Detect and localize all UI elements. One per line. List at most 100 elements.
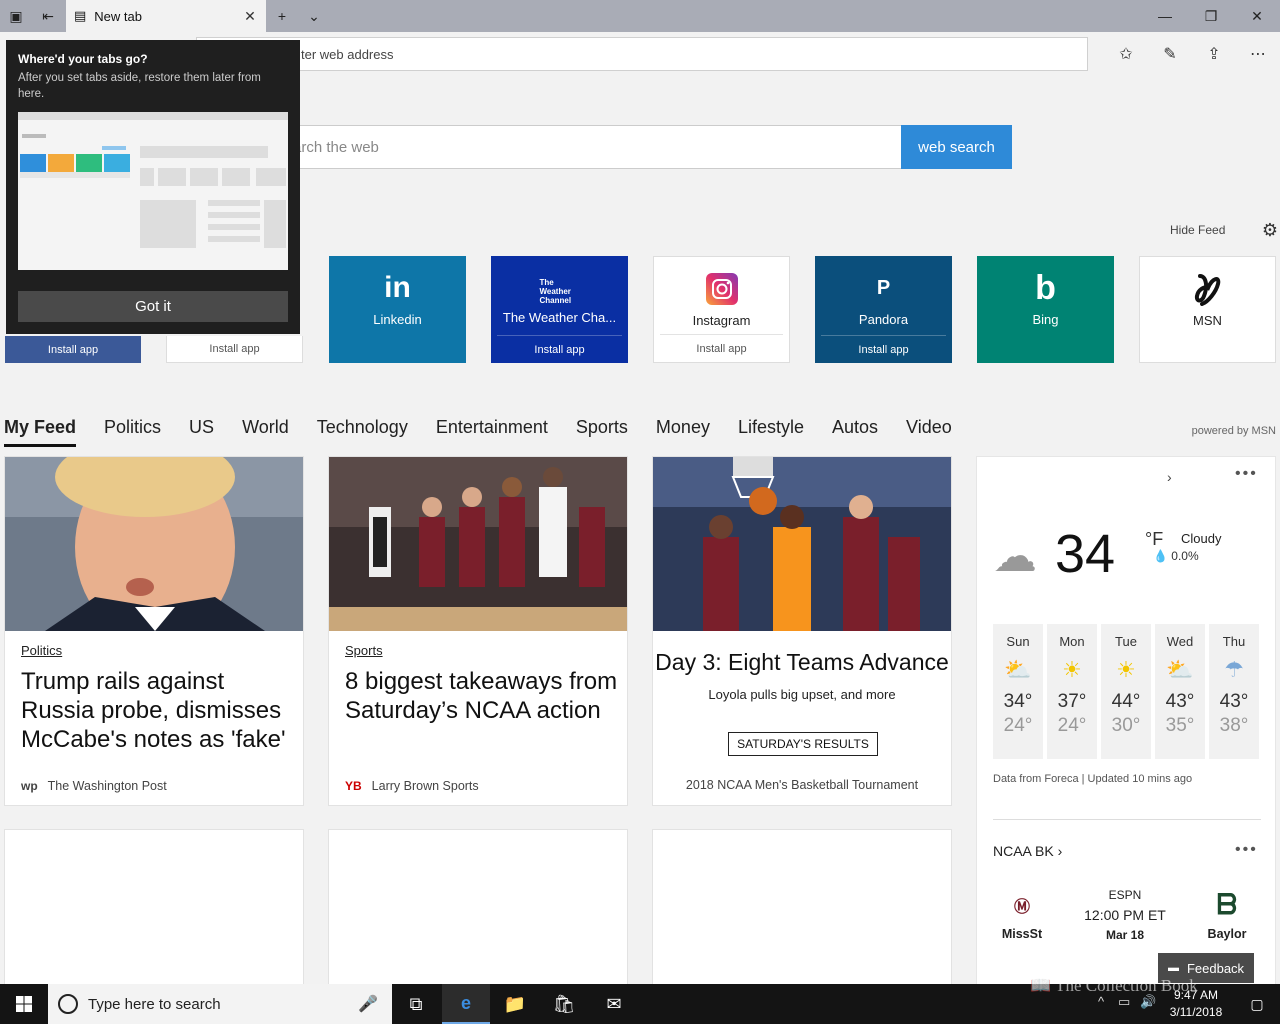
more-icon[interactable]: ⋯ — [1242, 38, 1274, 70]
new-tab-icon[interactable]: + — [266, 0, 298, 32]
tab-my-feed[interactable]: My Feed — [4, 417, 77, 447]
raindrop-icon: 💧 — [1153, 549, 1168, 563]
card-category[interactable]: Sports — [345, 643, 383, 658]
news-card[interactable]: Day 3: Eight Teams Advance Loyola pulls … — [652, 456, 952, 806]
tile-msn[interactable]: MSN — [1139, 256, 1276, 363]
tab-lifestyle[interactable]: Lifestyle — [738, 417, 804, 447]
share-icon[interactable]: ⇪ — [1198, 38, 1230, 70]
news-image — [5, 457, 303, 631]
source-name: Larry Brown Sports — [371, 779, 479, 793]
forecast-day[interactable]: Mon ☀ 37° 24° — [1047, 624, 1097, 759]
tile-name: Instagram — [692, 313, 751, 328]
tile-instagram[interactable]: Instagram Install app — [653, 256, 790, 363]
tab-us[interactable]: US — [189, 417, 214, 447]
weather-channel-icon: The Weather Channel — [539, 277, 572, 305]
cloud-icon: ☁ — [993, 532, 1037, 581]
forecast-day[interactable]: Wed ⛅ 43° 35° — [1155, 624, 1205, 759]
tile-name: Pandora — [858, 312, 909, 327]
news-image — [329, 457, 627, 631]
tab-video[interactable]: Video — [906, 417, 952, 447]
tile-name: Linkedin — [373, 312, 422, 327]
precipitation: 💧 0.0% — [1153, 549, 1199, 563]
address-bar[interactable]: ter web address — [196, 37, 1088, 71]
volume-icon[interactable]: 🔊 — [1140, 994, 1156, 1010]
tab-entertainment[interactable]: Entertainment — [436, 417, 548, 447]
team-home[interactable]: Ⓜ MissSt — [987, 883, 1057, 941]
task-view-icon[interactable]: ⧉ — [392, 984, 440, 1024]
store-icon[interactable]: 🛍 — [540, 984, 588, 1024]
tab-sports[interactable]: Sports — [576, 417, 628, 447]
tile-1-install[interactable]: Install app — [5, 336, 141, 363]
file-explorer-icon[interactable]: 📁 — [491, 984, 539, 1024]
ncaa-title[interactable]: NCAA BK › — [993, 843, 1062, 859]
close-tab-icon[interactable]: ✕ — [234, 8, 266, 25]
web-note-icon[interactable]: ✎ — [1154, 38, 1186, 70]
tab-politics[interactable]: Politics — [104, 417, 161, 447]
forecast-day[interactable]: Tue ☀ 44° 30° — [1101, 624, 1151, 759]
weather-condition: Cloudy — [1181, 531, 1222, 546]
action-center-icon[interactable]: ▢ — [1238, 984, 1276, 1024]
card-headline[interactable]: 8 biggest takeaways from Saturday’s NCAA… — [345, 667, 619, 725]
install-app-button[interactable]: Install app — [660, 334, 783, 362]
news-card[interactable]: Sports 8 biggest takeaways from Saturday… — [328, 456, 628, 806]
powered-by-msn: powered by MSN — [1191, 425, 1276, 437]
game-info[interactable]: ESPN 12:00 PM ET Mar 18 — [1073, 885, 1177, 945]
tile-bing[interactable]: b Bing — [977, 256, 1114, 363]
tile-name: Bing — [1032, 312, 1059, 327]
linkedin-icon: in — [384, 271, 411, 304]
install-app-label: Install app — [209, 343, 260, 355]
network-icon[interactable]: ▭ — [1118, 994, 1130, 1010]
tile-weather-channel[interactable]: The Weather Channel The Weather Cha... I… — [491, 256, 628, 363]
gear-icon[interactable]: ⚙ — [1262, 220, 1278, 241]
mail-icon[interactable]: ✉ — [590, 984, 638, 1024]
more-icon[interactable]: ••• — [1235, 841, 1258, 859]
search-placeholder: arch the web — [293, 138, 379, 156]
tab-technology[interactable]: Technology — [317, 417, 408, 447]
windows-start-icon[interactable] — [0, 984, 48, 1024]
weather-data-source[interactable]: Data from Foreca | Updated 10 mins ago — [993, 773, 1192, 785]
card-headline[interactable]: Trump rails against Russia probe, dismis… — [21, 667, 295, 754]
microphone-icon[interactable]: 🎤 — [358, 994, 378, 1014]
set-tabs-aside-icon[interactable]: ⇤ — [32, 0, 64, 32]
feedback-button[interactable]: ▬ Feedback — [1158, 953, 1254, 983]
tab-autos[interactable]: Autos — [832, 417, 878, 447]
tile-2-install[interactable]: Install app — [166, 336, 303, 363]
news-card[interactable]: Politics Trump rails against Russia prob… — [4, 456, 304, 806]
saturdays-results-button[interactable]: SATURDAY'S RESULTS — [728, 732, 878, 756]
instagram-icon — [705, 271, 738, 307]
show-hidden-icons-icon[interactable]: ^ — [1098, 994, 1104, 1009]
team-away[interactable]: ᗷ Baylor — [1192, 883, 1262, 942]
got-it-button[interactable]: Got it — [18, 291, 288, 322]
forecast-day[interactable]: Thu ☂ 43° 38° — [1209, 624, 1259, 759]
card-category[interactable]: Politics — [21, 643, 62, 658]
card-headline[interactable]: Day 3: Eight Teams Advance — [653, 649, 951, 676]
clock[interactable]: 9:47 AM 3/11/2018 — [1160, 987, 1232, 1021]
tab-preview-chevron-icon[interactable]: ⌄ — [298, 0, 330, 32]
edge-icon[interactable]: e — [442, 984, 490, 1024]
tab-money[interactable]: Money — [656, 417, 710, 447]
tile-pandora[interactable]: P Pandora Install app — [815, 256, 952, 363]
tab-world[interactable]: World — [242, 417, 289, 447]
taskbar-search-input[interactable]: Type here to search 🎤 — [48, 984, 392, 1024]
minimize-icon[interactable]: — — [1142, 0, 1188, 32]
partly-sunny-icon: ⛅ — [1004, 657, 1032, 682]
more-icon[interactable]: ••• — [1235, 465, 1258, 483]
game-network: ESPN — [1108, 888, 1142, 902]
tabs-aside-icon[interactable]: ▣ — [0, 0, 32, 32]
temperature-unit[interactable]: °F — [1145, 529, 1163, 550]
restore-icon[interactable]: ❐ — [1188, 0, 1234, 32]
forecast-day-label: Sun — [1006, 634, 1030, 649]
forecast-low: 30° — [1111, 715, 1141, 736]
install-app-button[interactable]: Install app — [497, 335, 622, 363]
search-input[interactable]: arch the web — [196, 125, 902, 169]
install-app-button[interactable]: Install app — [821, 335, 946, 363]
close-window-icon[interactable]: ✕ — [1234, 0, 1280, 32]
hide-feed-button[interactable]: Hide Feed ⚙ — [1170, 218, 1278, 242]
web-search-button[interactable]: web search — [901, 125, 1012, 169]
favorites-icon[interactable]: ✩ — [1110, 38, 1142, 70]
chevron-right-icon[interactable]: › — [1167, 469, 1172, 485]
forecast-day[interactable]: Sun ⛅ 34° 24° — [993, 624, 1043, 759]
tab-new-tab[interactable]: ▤ New tab ✕ — [66, 0, 266, 32]
hide-feed-label: Hide Feed — [1170, 223, 1226, 237]
tile-linkedin[interactable]: in Linkedin — [329, 256, 466, 363]
